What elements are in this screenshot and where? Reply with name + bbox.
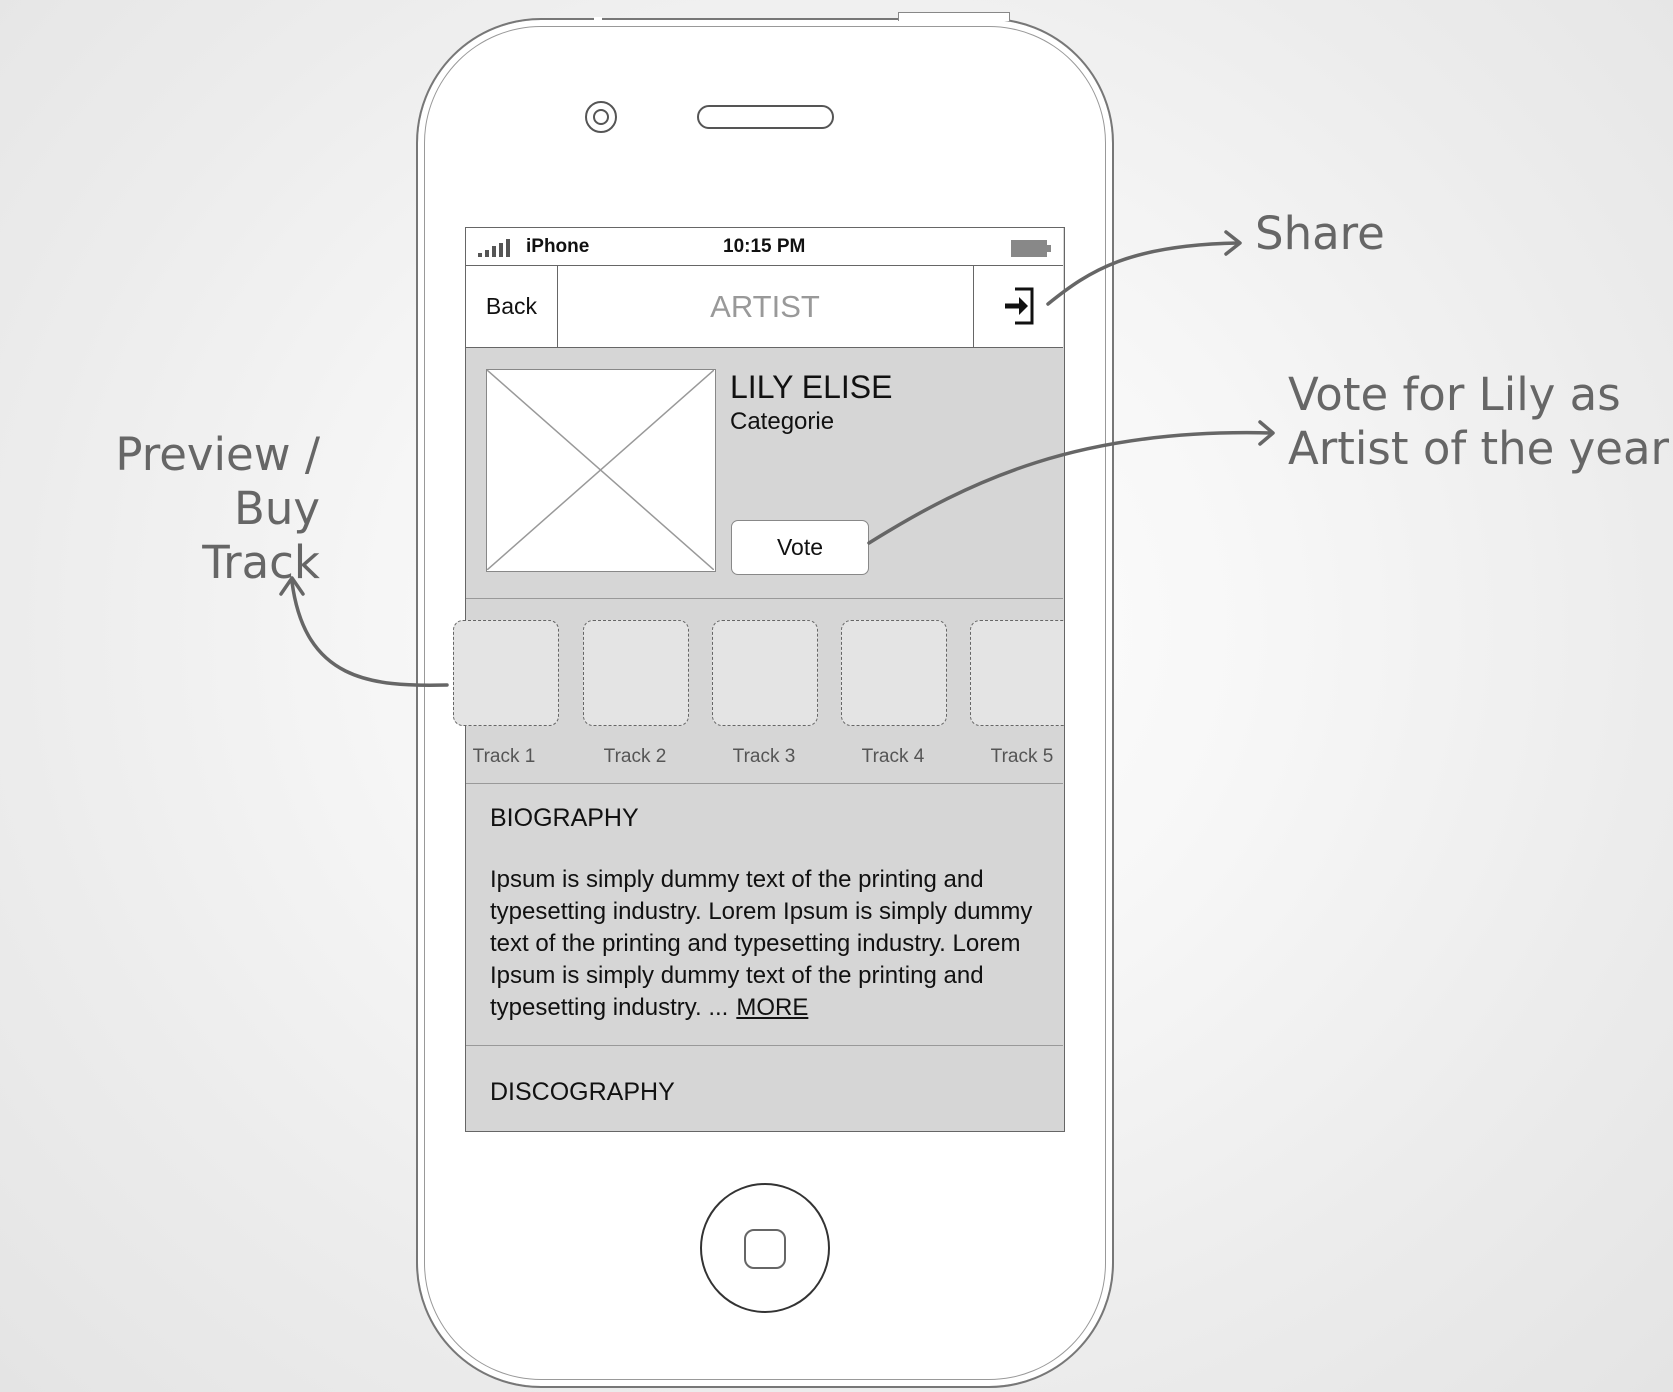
vote-arrow [867,430,1273,545]
annotation-arrows [279,230,1275,687]
preview-arrow [290,580,449,687]
share-arrow [1046,241,1240,306]
